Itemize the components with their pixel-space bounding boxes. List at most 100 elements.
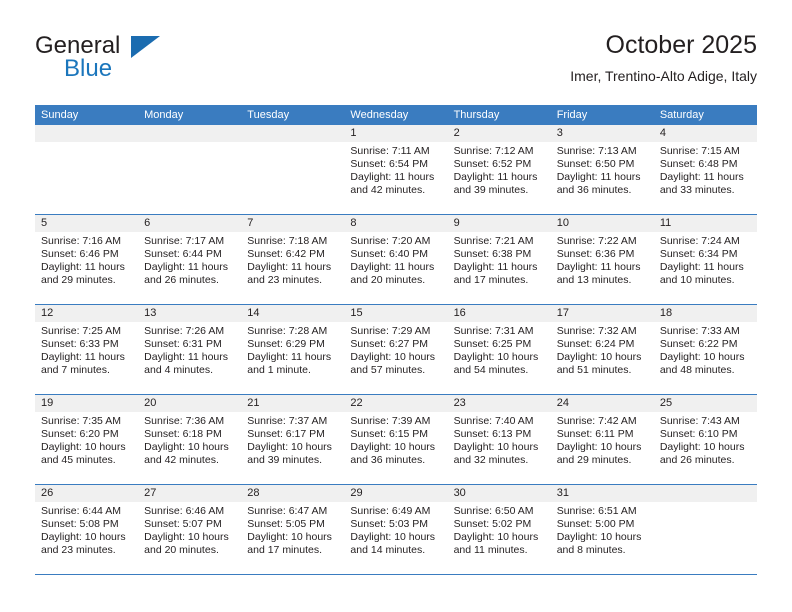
day-details: Sunrise: 7:26 AM Sunset: 6:31 PM Daylight:… <box>138 322 241 377</box>
daylight-text-cont: and 17 minutes. <box>453 274 529 286</box>
day-details: Sunrise: 7:11 AM Sunset: 6:54 PM Daylight:… <box>344 142 447 197</box>
daylight-text-cont: and 45 minutes. <box>41 454 116 466</box>
day-cell-3[interactable]: 3 Sunrise: 7:13 AM Sunset: 6:50 PM Daylight… <box>550 125 654 214</box>
day-number: 15 <box>350 307 363 319</box>
calendar-grid: Sunday Monday Tuesday Wednesday Thursday Frid… <box>35 105 757 575</box>
day-cell-22[interactable]: 22 Sunrise: 7:39 AM Sunset: 6:15 PM Dayligh… <box>344 395 448 484</box>
day-cell-10[interactable]: 10 Sunrise: 7:22 AM Sunset: 6:36 PM Dayligh… <box>550 215 654 304</box>
day-cell-1[interactable]: 1 Sunrise: 7:11 AM Sunset: 6:54 PM Daylight… <box>344 125 448 214</box>
day-number-band: 20 <box>138 395 242 412</box>
day-cell-27[interactable]: 27 Sunrise: 6:46 AM Sunset: 5:07 PM Dayligh… <box>138 485 242 574</box>
daylight-text: Daylight: 11 hours <box>247 261 332 273</box>
day-cell-16[interactable]: 16 Sunrise: 7:31 AM Sunset: 6:25 PM Dayligh… <box>447 305 551 394</box>
daylight-text-cont: and 42 minutes. <box>144 454 219 466</box>
daylight-text-cont: and 11 minutes. <box>453 544 528 556</box>
day-cell-14[interactable]: 14 Sunrise: 7:28 AM Sunset: 6:29 PM Dayligh… <box>241 305 345 394</box>
sunrise-text: Sunrise: 7:33 AM <box>659 325 740 337</box>
day-details: Sunrise: 7:17 AM Sunset: 6:44 PM Daylight:… <box>138 232 241 287</box>
day-number-band <box>241 125 345 142</box>
day-cell-8[interactable]: 8 Sunrise: 7:20 AM Sunset: 6:40 PM Daylight… <box>344 215 448 304</box>
page-title: October 2025 <box>605 31 758 59</box>
sunrise-text: Sunrise: 7:20 AM <box>350 235 431 247</box>
sunrise-text: Sunrise: 7:39 AM <box>350 415 431 427</box>
weekday-header-friday: Friday <box>556 109 588 121</box>
day-cell-20[interactable]: 20 Sunrise: 7:36 AM Sunset: 6:18 PM Dayligh… <box>138 395 242 484</box>
sunrise-text: Sunrise: 7:16 AM <box>41 235 121 247</box>
day-details: Sunrise: 7:39 AM Sunset: 6:15 PM Daylight:… <box>344 412 447 467</box>
day-number-band: 4 <box>653 125 757 142</box>
day-cell-21[interactable]: 21 Sunrise: 7:37 AM Sunset: 6:17 PM Dayligh… <box>241 395 345 484</box>
day-details: Sunrise: 7:31 AM Sunset: 6:25 PM Daylight:… <box>448 322 551 377</box>
day-number-band: 16 <box>447 305 551 322</box>
day-cell-2[interactable]: 2 Sunrise: 7:12 AM Sunset: 6:52 PM Daylight… <box>447 125 551 214</box>
day-number-band: 8 <box>344 215 448 232</box>
day-cell-9[interactable]: 9 Sunrise: 7:21 AM Sunset: 6:38 PM Daylight… <box>447 215 551 304</box>
day-details: Sunrise: 7:35 AM Sunset: 6:20 PM Daylight:… <box>35 412 138 467</box>
calendar-week-row: 26 Sunrise: 6:44 AM Sunset: 5:08 PM Dayligh… <box>35 485 757 575</box>
sunrise-text: Sunrise: 7:31 AM <box>453 325 534 337</box>
day-cell-23[interactable]: 23 Sunrise: 7:40 AM Sunset: 6:13 PM Dayligh… <box>447 395 551 484</box>
day-cell-17[interactable]: 17 Sunrise: 7:32 AM Sunset: 6:24 PM Dayligh… <box>550 305 654 394</box>
day-cell-12[interactable]: 12 Sunrise: 7:25 AM Sunset: 6:33 PM Dayligh… <box>35 305 139 394</box>
day-cell-11[interactable]: 11 Sunrise: 7:24 AM Sunset: 6:34 PM Dayligh… <box>653 215 757 304</box>
daylight-text-cont: and 42 minutes. <box>350 184 426 196</box>
brand-logo[interactable]: General Blue <box>35 32 245 92</box>
daylight-text: Daylight: 10 hours <box>556 531 642 543</box>
day-cell-29[interactable]: 29 Sunrise: 6:49 AM Sunset: 5:03 PM Dayligh… <box>344 485 448 574</box>
day-cell-13[interactable]: 13 Sunrise: 7:26 AM Sunset: 6:31 PM Dayligh… <box>138 305 242 394</box>
sunrise-text: Sunrise: 7:32 AM <box>556 325 637 337</box>
daylight-text: Daylight: 10 hours <box>247 531 332 543</box>
sunrise-text: Sunrise: 7:26 AM <box>144 325 225 337</box>
daylight-text: Daylight: 10 hours <box>350 351 436 363</box>
day-number: 8 <box>350 217 357 229</box>
weekday-header-saturday: Saturday <box>659 109 704 121</box>
day-cell-6[interactable]: 6 Sunrise: 7:17 AM Sunset: 6:44 PM Daylight… <box>138 215 242 304</box>
day-number: 13 <box>144 307 157 319</box>
sunset-text: Sunset: 6:50 PM <box>556 158 635 170</box>
sunrise-text: Sunrise: 7:24 AM <box>659 235 740 247</box>
day-cell-19[interactable]: 19 Sunrise: 7:35 AM Sunset: 6:20 PM Dayligh… <box>35 395 139 484</box>
day-cell-18[interactable]: 18 Sunrise: 7:33 AM Sunset: 6:22 PM Dayligh… <box>653 305 757 394</box>
day-cell-30[interactable]: 30 Sunrise: 6:50 AM Sunset: 5:02 PM Dayligh… <box>447 485 551 574</box>
day-details: Sunrise: 7:22 AM Sunset: 6:36 PM Daylight:… <box>551 232 654 287</box>
day-details <box>35 142 138 145</box>
daylight-text: Daylight: 11 hours <box>659 171 744 183</box>
day-details: Sunrise: 7:37 AM Sunset: 6:17 PM Daylight:… <box>241 412 344 467</box>
day-number: 25 <box>659 397 673 409</box>
daylight-text: Daylight: 10 hours <box>144 531 229 543</box>
sunrise-text: Sunrise: 6:50 AM <box>453 505 534 517</box>
day-cell-7[interactable]: 7 Sunrise: 7:18 AM Sunset: 6:42 PM Daylight… <box>241 215 345 304</box>
day-cell-28[interactable]: 28 Sunrise: 6:47 AM Sunset: 5:05 PM Dayligh… <box>241 485 345 574</box>
sunset-text: Sunset: 6:38 PM <box>453 248 532 260</box>
weekday-header-tuesday: Tuesday <box>247 109 290 121</box>
sunset-text: Sunset: 6:10 PM <box>659 428 738 440</box>
day-number-band <box>35 125 139 142</box>
daylight-text: Daylight: 10 hours <box>659 351 745 363</box>
day-number-band: 5 <box>35 215 139 232</box>
daylight-text-cont: and 39 minutes. <box>247 454 322 466</box>
daylight-text-cont: and 20 minutes. <box>350 274 426 286</box>
day-number-band: 11 <box>653 215 757 232</box>
day-cell-31[interactable]: 31 Sunrise: 6:51 AM Sunset: 5:00 PM Dayligh… <box>550 485 654 574</box>
day-cell-5[interactable]: 5 Sunrise: 7:16 AM Sunset: 6:46 PM Daylight… <box>35 215 139 304</box>
day-number-band <box>653 485 757 502</box>
day-cell-empty <box>241 125 345 214</box>
day-number-band: 18 <box>653 305 757 322</box>
day-cell-4[interactable]: 4 Sunrise: 7:15 AM Sunset: 6:48 PM Daylight… <box>653 125 757 214</box>
sunset-text: Sunset: 5:07 PM <box>144 518 222 530</box>
daylight-text: Daylight: 10 hours <box>453 531 539 543</box>
day-cell-15[interactable]: 15 Sunrise: 7:29 AM Sunset: 6:27 PM Dayligh… <box>344 305 448 394</box>
day-number-band: 17 <box>550 305 654 322</box>
day-number: 1 <box>350 127 357 139</box>
day-details: Sunrise: 6:51 AM Sunset: 5:00 PM Daylight:… <box>551 502 654 557</box>
day-cell-25[interactable]: 25 Sunrise: 7:43 AM Sunset: 6:10 PM Dayligh… <box>653 395 757 484</box>
day-cell-26[interactable]: 26 Sunrise: 6:44 AM Sunset: 5:08 PM Dayligh… <box>35 485 139 574</box>
day-cell-24[interactable]: 24 Sunrise: 7:42 AM Sunset: 6:11 PM Dayligh… <box>550 395 654 484</box>
sunrise-text: Sunrise: 6:47 AM <box>247 505 328 517</box>
sunrise-text: Sunrise: 6:51 AM <box>556 505 637 517</box>
daylight-text: Daylight: 11 hours <box>41 351 125 363</box>
daylight-text-cont: and 32 minutes. <box>453 454 529 466</box>
day-details <box>241 142 344 145</box>
day-details: Sunrise: 6:50 AM Sunset: 5:02 PM Daylight:… <box>448 502 551 557</box>
sunset-text: Sunset: 6:48 PM <box>659 158 738 170</box>
